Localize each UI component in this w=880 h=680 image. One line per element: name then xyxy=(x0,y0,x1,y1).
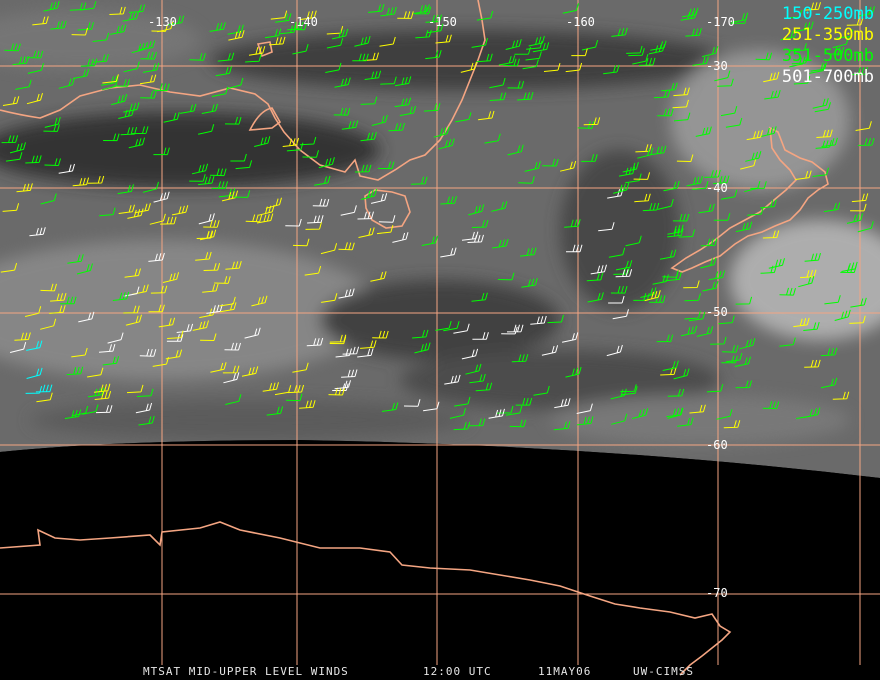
legend-item-351-500: 351-500mb xyxy=(781,46,874,66)
legend-item-251-350: 251-350mb xyxy=(781,25,874,45)
lon-label-130: -130 xyxy=(148,15,177,29)
lon-label-140: -140 xyxy=(289,15,318,29)
lat-label-60: -60 xyxy=(706,438,728,452)
legend-item-150-250: 150-250mb xyxy=(781,4,874,24)
lat-label-30: -30 xyxy=(706,59,728,73)
caption-time: 12:00 UTC xyxy=(423,665,492,678)
image-caption: MTSAT MID-UPPER LEVEL WINDS 12:00 UTC 11… xyxy=(0,664,880,680)
legend-item-501-700: 501-700mb xyxy=(781,67,874,87)
lon-label-150: -150 xyxy=(428,15,457,29)
lon-label-160: -160 xyxy=(566,15,595,29)
pressure-legend: 150-250mb 251-350mb 351-500mb 501-700mb xyxy=(782,4,874,88)
lon-label-170: -170 xyxy=(706,15,735,29)
caption-date: 11MAY06 xyxy=(538,665,592,678)
lat-label-50: -50 xyxy=(706,305,728,319)
caption-title: MTSAT MID-UPPER LEVEL WINDS xyxy=(143,665,349,678)
lat-label-40: -40 xyxy=(706,181,728,195)
caption-source: UW-CIMSS xyxy=(633,665,694,678)
lat-label-70: -70 xyxy=(706,586,728,600)
satellite-map xyxy=(0,0,880,680)
